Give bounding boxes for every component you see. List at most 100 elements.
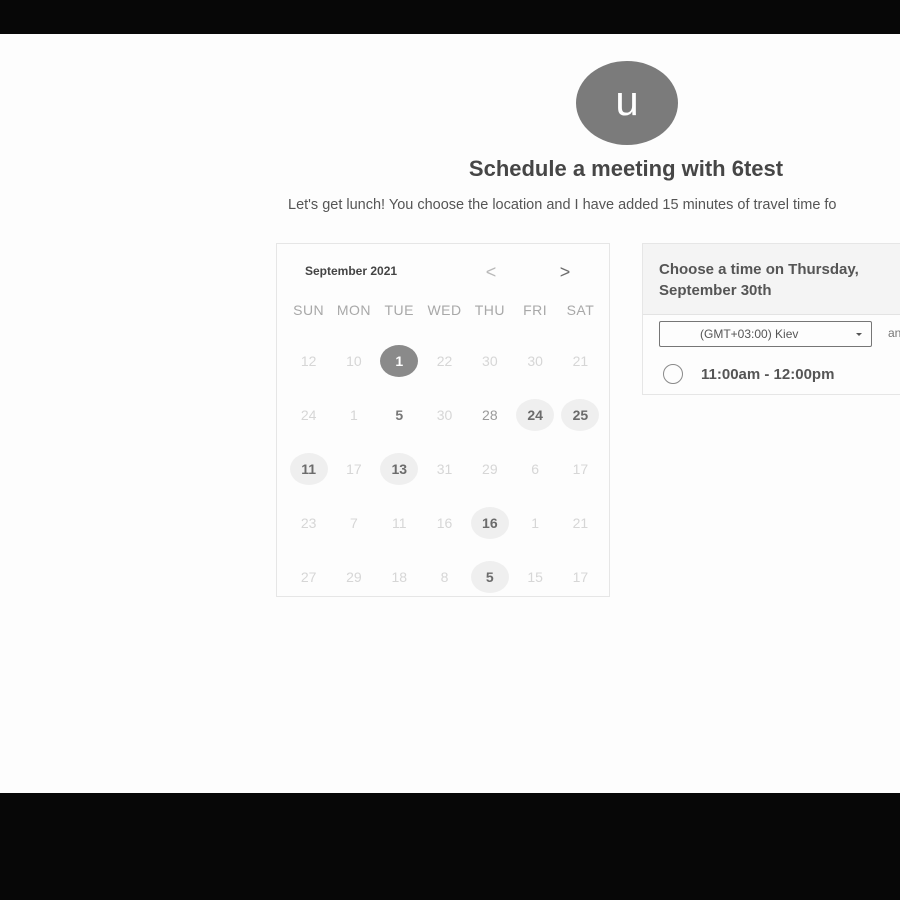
timezone-value: (GMT+03:00) Kiev	[700, 327, 799, 341]
calendar-cell: 31	[422, 442, 467, 496]
calendar-cell: 1	[512, 496, 557, 550]
calendar-day: 31	[436, 461, 453, 477]
calendar-day: 22	[436, 353, 453, 369]
calendar-cell: 17	[558, 550, 603, 604]
calendar-day: 18	[391, 569, 408, 585]
calendar-day: 17	[572, 461, 589, 477]
calendar-day: 29	[482, 461, 498, 477]
calendar-day: 30	[527, 353, 543, 369]
avatar: u	[576, 61, 678, 145]
calendar-cell: 8	[422, 550, 467, 604]
date-picker-calendar: September 2021 < > SUN MON TUE WED THU FRI SAT…	[276, 243, 610, 597]
calendar-cell: 30	[467, 334, 512, 388]
time-panel-title: Choose a time on Thursday, September 30t…	[659, 261, 859, 299]
calendar-cell: 28	[467, 388, 512, 442]
calendar-day: 28	[482, 407, 498, 423]
caret-down-icon	[856, 333, 862, 336]
calendar-cell: 24	[286, 388, 331, 442]
calendar-day-grid: 12 10 1 22 30 30 21 24 1 5 30 28 24 25 11 17 13 31 29 6 17 23…	[286, 334, 603, 604]
calendar-cell: 11	[377, 496, 422, 550]
weekday-label: WED	[427, 302, 462, 318]
chevron-right-icon: >	[559, 262, 571, 282]
weekday-label: TUE	[384, 302, 414, 318]
page-title: Schedule a meeting with 6test	[468, 156, 784, 181]
calendar-day-available[interactable]: 24	[516, 399, 555, 431]
time-panel-header: Choose a time on Thursday, September 30t…	[643, 244, 900, 315]
calendar-day: 30	[436, 407, 453, 423]
calendar-cell: 5	[377, 388, 422, 442]
calendar-day-available[interactable]: 13	[380, 453, 419, 485]
calendar-day: 23	[300, 515, 317, 531]
calendar-day: 29	[346, 569, 362, 585]
calendar-cell: 30	[512, 334, 557, 388]
weekday-label: MON	[336, 302, 372, 318]
time-slot-option[interactable]: 11:00am - 12:00pm	[663, 362, 834, 386]
calendar-cell: 1	[377, 334, 422, 388]
calendar-day-available[interactable]: 11	[289, 453, 328, 485]
calendar-cell: 15	[512, 550, 557, 604]
scheduling-page: u Schedule a meeting with 6test Let's ge…	[0, 34, 900, 793]
calendar-day: 30	[482, 353, 498, 369]
calendar-cell: 17	[331, 442, 376, 496]
calendar-day-available[interactable]: 25	[561, 399, 600, 431]
calendar-day: 6	[531, 461, 540, 477]
radio-circle-icon[interactable]	[663, 364, 683, 384]
timezone-select[interactable]: (GMT+03:00) Kiev	[659, 321, 872, 347]
calendar-cell: 25	[558, 388, 603, 442]
calendar-day: 24	[300, 407, 317, 423]
calendar-day-selected[interactable]: 1	[380, 345, 419, 377]
calendar-cell: 12	[286, 334, 331, 388]
weekday-label: THU	[474, 302, 505, 318]
calendar-cell: 1	[331, 388, 376, 442]
calendar-day: 7	[350, 515, 358, 531]
calendar-day: 17	[572, 569, 589, 585]
calendar-day: 21	[572, 515, 589, 531]
meeting-description: Let's get lunch! You choose the location…	[288, 197, 837, 213]
calendar-day: 16	[436, 515, 453, 531]
calendar-cell: 21	[558, 496, 603, 550]
calendar-day: 21	[572, 353, 589, 369]
calendar-cell: 30	[422, 388, 467, 442]
avatar-letter: u	[615, 77, 639, 124]
calendar-day: 12	[300, 353, 317, 369]
calendar-day: 27	[300, 569, 317, 585]
weekday-header-row: SUN MON TUE WED THU FRI SAT	[286, 302, 603, 318]
calendar-cell: 5	[467, 550, 512, 604]
calendar-cell: 27	[286, 550, 331, 604]
calendar-cell: 13	[377, 442, 422, 496]
calendar-day-available[interactable]: 16	[470, 507, 509, 539]
calendar-day-available[interactable]: 5	[470, 561, 509, 593]
weekday-label: SUN	[293, 302, 325, 318]
calendar-cell: 29	[467, 442, 512, 496]
time-selection-panel: Choose a time on Thursday, September 30t…	[642, 243, 900, 395]
calendar-day: 10	[346, 353, 362, 369]
calendar-day: 15	[527, 569, 543, 585]
previous-month-button[interactable]: <	[481, 263, 501, 283]
calendar-day: 11	[391, 515, 407, 531]
calendar-cell: 10	[331, 334, 376, 388]
time-format-label: an	[888, 326, 900, 340]
calendar-cell: 11	[286, 442, 331, 496]
calendar-cell: 24	[512, 388, 557, 442]
chevron-left-icon: <	[485, 262, 497, 282]
calendar-day-available[interactable]: 5	[380, 399, 418, 431]
calendar-day: 8	[440, 569, 449, 585]
weekday-label: SAT	[566, 302, 595, 318]
next-month-button[interactable]: >	[555, 263, 575, 283]
calendar-day: 1	[531, 515, 540, 531]
calendar-cell: 23	[286, 496, 331, 550]
calendar-cell: 6	[512, 442, 557, 496]
calendar-cell: 21	[558, 334, 603, 388]
calendar-day: 1	[350, 407, 358, 423]
calendar-cell: 18	[377, 550, 422, 604]
calendar-cell: 17	[558, 442, 603, 496]
calendar-cell: 16	[422, 496, 467, 550]
calendar-cell: 16	[467, 496, 512, 550]
calendar-month-label: September 2021	[305, 264, 398, 278]
time-slot-label: 11:00am - 12:00pm	[701, 365, 835, 383]
calendar-cell: 7	[331, 496, 376, 550]
calendar-cell: 22	[422, 334, 467, 388]
weekday-label: FRI	[523, 302, 548, 318]
calendar-cell: 29	[331, 550, 376, 604]
calendar-day: 17	[346, 461, 362, 477]
